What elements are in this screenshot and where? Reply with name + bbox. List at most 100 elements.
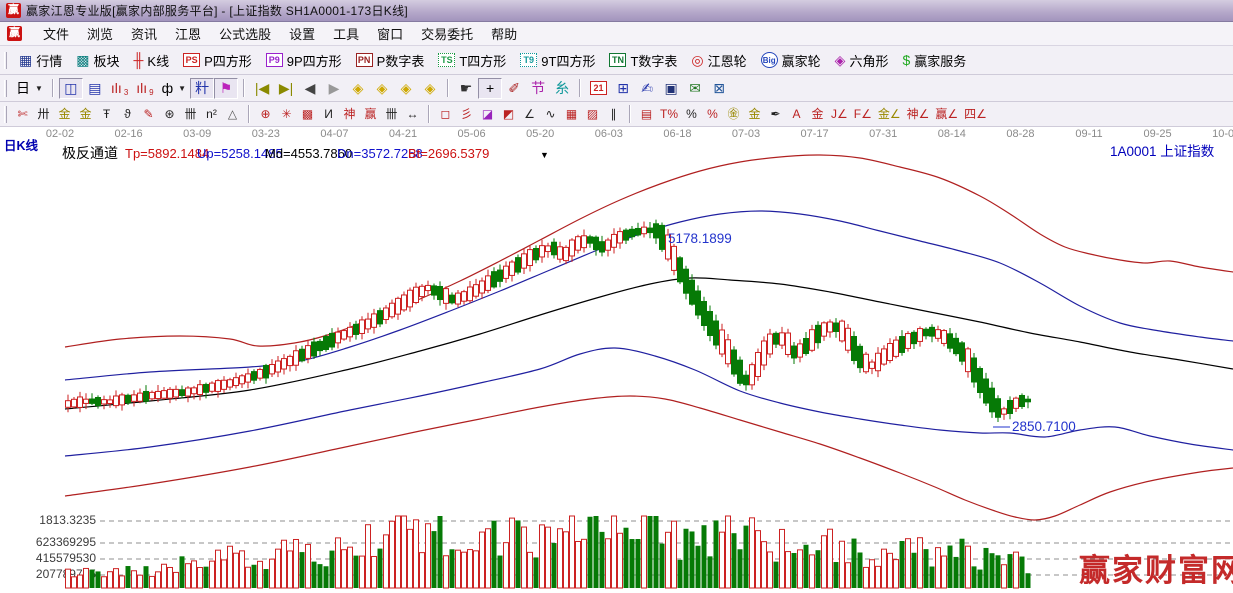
gold-angle-button[interactable]: 金∠	[875, 104, 904, 124]
price-ruler-button[interactable]: ▤	[636, 104, 657, 124]
calculator-button[interactable]: ⊞	[611, 78, 635, 99]
grid-arrow-button[interactable]: ▨	[582, 104, 603, 124]
gold-underline-button[interactable]: 金	[807, 104, 828, 124]
menu-settings[interactable]: 设置	[280, 22, 324, 45]
memo-pad-button[interactable]: ✍	[635, 78, 659, 99]
indicator-name[interactable]: 极反通道	[62, 145, 118, 161]
menu-help[interactable]: 帮助	[482, 22, 526, 45]
candle-type-button[interactable]: ф▼	[158, 78, 190, 99]
period-daily-button[interactable]: 日▼	[12, 78, 47, 99]
circle-divisions-button[interactable]: ⊛	[159, 104, 180, 124]
tag-tool-button[interactable]: 节	[526, 78, 550, 99]
toolbar-drag-handle[interactable]	[4, 106, 7, 123]
expand-horizontal-button[interactable]: ◈	[370, 78, 394, 99]
toolbar-drag-handle[interactable]	[4, 52, 7, 69]
winner-service-button[interactable]: $赢家服务	[895, 49, 973, 71]
prev-bar-button[interactable]: ◀	[298, 78, 322, 99]
pan-hand-button[interactable]: ☛	[454, 78, 478, 99]
bars-3-button[interactable]: ılı3	[107, 78, 132, 99]
annotate-pointer-button[interactable]: ✐	[502, 78, 526, 99]
zigzag-wave-button[interactable]: ∿	[540, 104, 561, 124]
kline-button[interactable]: ╫K线	[127, 49, 177, 71]
p-square-button[interactable]: PSP四方形	[176, 49, 259, 71]
fan-box-purple-button[interactable]: ◪	[477, 104, 498, 124]
period-daily-dropdown[interactable]: ▼	[35, 84, 43, 93]
knot-tool-button[interactable]: 糸	[550, 78, 574, 99]
color-indicator-button[interactable]: ⚑	[214, 78, 238, 99]
expand-vertical-button[interactable]: ◈	[418, 78, 442, 99]
t-square-button[interactable]: TST四方形	[431, 49, 513, 71]
fan-box-red-button[interactable]: ◩	[498, 104, 519, 124]
ying-angle-button[interactable]: 赢∠	[932, 104, 961, 124]
next-bar-button[interactable]: ▶	[322, 78, 346, 99]
gold-section-v-button[interactable]: 金	[75, 104, 96, 124]
gold-lines-button[interactable]: 金	[744, 104, 765, 124]
spiral-tool-button[interactable]: ϑ	[117, 104, 138, 124]
span-arrows-button[interactable]: ↔	[402, 104, 423, 124]
wave-mark-button[interactable]: И	[318, 104, 339, 124]
level-a-button[interactable]: A	[786, 104, 807, 124]
crosshair-button[interactable]: +	[478, 78, 502, 99]
9t-square-button[interactable]: T99T四方形	[513, 49, 602, 71]
menu-browse[interactable]: 浏览	[78, 22, 122, 45]
square-web-button[interactable]: ▩	[297, 104, 318, 124]
menu-news[interactable]: 资讯	[122, 22, 166, 45]
sectors-button[interactable]: ▩板块	[69, 49, 126, 71]
hash-lines-button[interactable]: 卌	[180, 104, 201, 124]
toolbar-drag-handle[interactable]	[4, 80, 7, 97]
sail-tool-button[interactable]: △	[222, 104, 243, 124]
menu-tools[interactable]: 工具	[324, 22, 368, 45]
erase-tool-button[interactable]: ✄	[12, 104, 33, 124]
shen-tool-button[interactable]: 神	[339, 104, 360, 124]
candle-type-dropdown[interactable]: ▼	[178, 84, 186, 93]
menu-gann[interactable]: 江恩	[166, 22, 210, 45]
menu-window[interactable]: 窗口	[368, 22, 412, 45]
j-angle-button[interactable]: J∠	[828, 104, 851, 124]
market-quotes-button[interactable]: ▦行情	[12, 49, 69, 71]
compress-horizontal-button[interactable]: ◈	[346, 78, 370, 99]
zoom-area-button[interactable]: ◫	[59, 78, 83, 99]
winner-wheel-button[interactable]: Big赢家轮	[754, 49, 828, 71]
data-panel-button[interactable]: ▤	[83, 78, 107, 99]
menu-formula-picker[interactable]: 公式选股	[210, 22, 280, 45]
compress-vertical-button[interactable]: ◈	[394, 78, 418, 99]
gann-fan-button[interactable]: 彡	[456, 104, 477, 124]
network-pc-button[interactable]: ⊠	[707, 78, 731, 99]
calendar-21-button[interactable]: 21	[586, 78, 611, 99]
pattern-tool-button[interactable]: 籵	[190, 78, 214, 99]
first-bar-button[interactable]: |◀	[250, 78, 274, 99]
percent-button[interactable]: %	[681, 104, 702, 124]
p-number-table-button[interactable]: PNP数字表	[349, 49, 432, 71]
percent-line-button[interactable]: %	[702, 104, 723, 124]
ying-tool-button[interactable]: 赢	[360, 104, 381, 124]
ruler-123-button[interactable]: 卌	[381, 104, 402, 124]
shen-angle-button[interactable]: 神∠	[904, 104, 933, 124]
four-angle-button[interactable]: 四∠	[961, 104, 990, 124]
circle-cross-button[interactable]: ⊕	[255, 104, 276, 124]
f-angle-button[interactable]: F∠	[851, 104, 875, 124]
spider-web-button[interactable]: ✳	[276, 104, 297, 124]
t-number-table-button[interactable]: TNT数字表	[602, 49, 684, 71]
gann-line-button[interactable]: 卅	[33, 104, 54, 124]
draw-pen-button[interactable]: ✎	[138, 104, 159, 124]
bars-9-button[interactable]: ılı9	[132, 78, 157, 99]
box-tool-button[interactable]: ◻	[435, 104, 456, 124]
hexagon-button[interactable]: ◈六角形	[828, 49, 896, 71]
t-percent-button[interactable]: T%	[657, 104, 681, 124]
save-disk-button[interactable]: ▣	[659, 78, 683, 99]
9p-square-button[interactable]: P99P四方形	[259, 49, 349, 71]
indicator-dropdown-icon[interactable]: ▼	[540, 150, 549, 160]
last-bar-button[interactable]: ▶|	[274, 78, 298, 99]
ink-pen-button[interactable]: ✒	[765, 104, 786, 124]
menu-trade[interactable]: 交易委托	[412, 22, 482, 45]
menu-file[interactable]: 文件	[34, 22, 78, 45]
gann-wheel-button[interactable]: ◎江恩轮	[684, 49, 753, 71]
n-square-button[interactable]: n²	[201, 104, 222, 124]
percent-lines-button[interactable]: Ŧ	[96, 104, 117, 124]
kline-chart-canvas[interactable]: 1813.323562336929541557953020778976502-0…	[0, 127, 1233, 590]
gold-section-h-button[interactable]: 金	[54, 104, 75, 124]
send-web-button[interactable]: ✉	[683, 78, 707, 99]
parallel-lines-button[interactable]: ∥	[603, 104, 624, 124]
grid-red-button[interactable]: ▦	[561, 104, 582, 124]
angle-fan-button[interactable]: ∠	[519, 104, 540, 124]
